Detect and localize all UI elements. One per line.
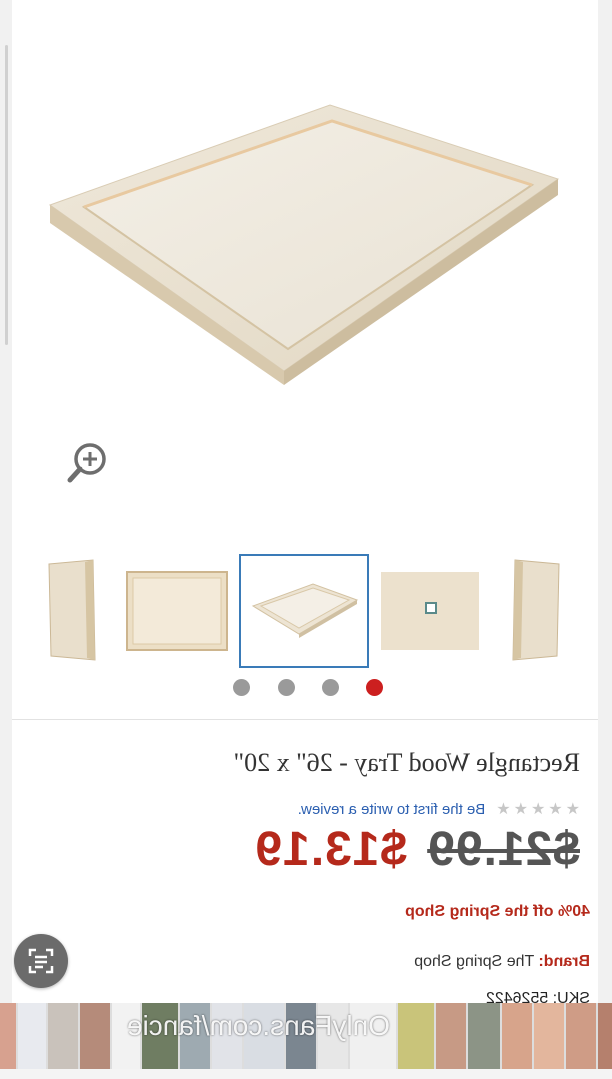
- brand-label: Brand:: [538, 953, 590, 970]
- sale-price: $13.19: [254, 823, 408, 876]
- carousel-dot-4[interactable]: [366, 679, 383, 696]
- system-nav-bar: [0, 1069, 612, 1079]
- review-row: ★★★★★ Be the first to write a review.: [250, 798, 580, 820]
- strip-tile: [598, 1003, 612, 1069]
- thumbnail-5[interactable]: [511, 556, 563, 666]
- strip-tile: [398, 1003, 434, 1069]
- strip-tile: [468, 1003, 500, 1069]
- rating-stars-icon: ★★★★★: [493, 801, 580, 818]
- strip-tile: [0, 1003, 16, 1069]
- section-divider: [12, 719, 598, 720]
- original-price: $21.99: [427, 823, 580, 876]
- strip-tile: [566, 1003, 596, 1069]
- scroll-indicator[interactable]: [5, 45, 8, 345]
- thumbnail-3[interactable]: [239, 554, 369, 668]
- product-title: Rectangle Wood Tray - 26" x 20": [233, 748, 580, 777]
- carousel-dot-2[interactable]: [278, 679, 295, 696]
- strip-tile: [436, 1003, 466, 1069]
- carousel-dots: [0, 679, 612, 699]
- brand-value[interactable]: The Spring Shop: [414, 953, 534, 970]
- scan-text-icon: [28, 948, 54, 974]
- thumbnail-1[interactable]: [45, 556, 97, 666]
- promo-text[interactable]: 40% off the Spring Shop: [360, 903, 590, 921]
- thumbnail-2[interactable]: [123, 556, 231, 666]
- zoom-in-icon[interactable]: [66, 440, 110, 484]
- carousel-dot-1[interactable]: [233, 679, 250, 696]
- watermark-text: OnlyFans.com/fancie: [127, 1010, 390, 1041]
- strip-tile: [534, 1003, 564, 1069]
- sku-text: SKU: 5526422: [485, 990, 590, 1004]
- brand-row: Brand: The Spring Shop: [370, 953, 590, 971]
- thumbnail-carousel: [45, 554, 565, 668]
- price-row: $21.99 $13.19: [254, 822, 580, 882]
- thumbnail-4[interactable]: [377, 556, 483, 666]
- write-review-link[interactable]: Be the first to write a review.: [298, 801, 486, 818]
- strip-tile: [502, 1003, 532, 1069]
- google-lens-button[interactable]: [14, 934, 68, 988]
- carousel-dot-3[interactable]: [322, 679, 339, 696]
- product-main-image: [30, 95, 570, 385]
